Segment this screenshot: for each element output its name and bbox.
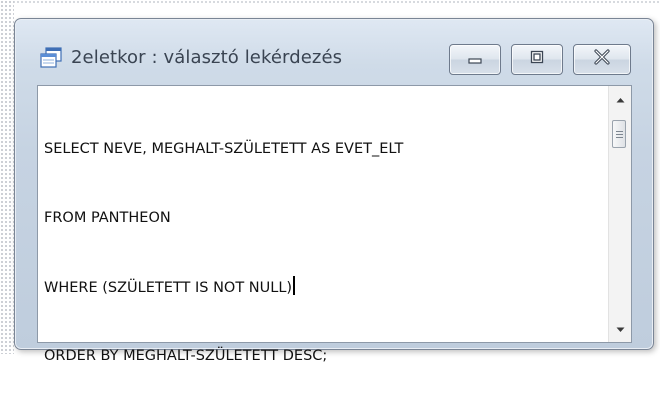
grip-line	[615, 136, 623, 138]
sql-line: ORDER BY MEGHALT-SZÜLETETT DESC;	[44, 348, 328, 364]
arrow-down-icon	[616, 320, 625, 338]
window-title: 2eletkor : választó lekérdezés	[71, 47, 343, 68]
maximize-button[interactable]	[511, 44, 563, 75]
vertical-scrollbar[interactable]	[608, 86, 631, 342]
text-caret	[293, 276, 296, 295]
minimize-icon	[467, 51, 483, 69]
sql-editor[interactable]: SELECT NEVE, MEGHALT-SZÜLETETT AS EVET_E…	[37, 85, 632, 364]
sql-text-area[interactable]: SELECT NEVE, MEGHALT-SZÜLETETT AS EVET_E…	[44, 92, 604, 364]
scroll-thumb[interactable]	[612, 120, 626, 148]
grip-line	[615, 130, 623, 132]
scroll-down-button[interactable]	[609, 318, 631, 340]
query-window: 2eletkor : választó lekérdezés SELECT NE…	[14, 18, 654, 364]
background-dots-left	[0, 0, 14, 354]
arrow-up-icon	[616, 90, 625, 108]
query-window-icon	[39, 46, 63, 70]
sql-line: SELECT NEVE, MEGHALT-SZÜLETETT AS EVET_E…	[44, 141, 404, 157]
minimize-button[interactable]	[449, 44, 501, 75]
sql-line: WHERE (SZÜLETETT IS NOT NULL)	[44, 280, 293, 296]
title-bar[interactable]: 2eletkor : választó lekérdezés	[15, 19, 653, 77]
maximize-icon	[529, 49, 545, 70]
sql-line-with-caret: WHERE (SZÜLETETT IS NOT NULL)	[44, 276, 604, 299]
sql-line: FROM PANTHEON	[44, 210, 171, 226]
close-icon	[593, 48, 611, 71]
close-button[interactable]	[573, 44, 631, 75]
scroll-up-button[interactable]	[609, 88, 631, 110]
grip-line	[615, 133, 623, 135]
background-dots-top	[0, 0, 660, 4]
